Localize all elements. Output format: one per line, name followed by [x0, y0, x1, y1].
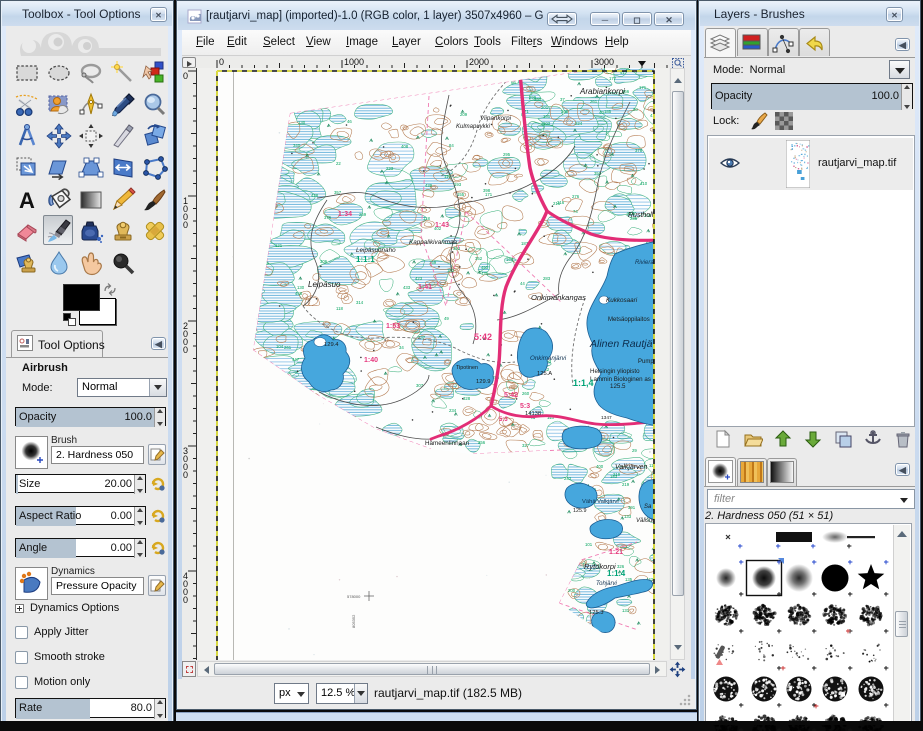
- svg-text:0: 0: [183, 71, 188, 81]
- svg-text:A: A: [19, 188, 35, 213]
- svg-text:2000: 2000: [469, 57, 489, 67]
- svg-text:0: 0: [183, 220, 188, 230]
- svg-text:0: 0: [183, 595, 188, 605]
- svg-text:1000: 1000: [344, 57, 364, 67]
- svg-text:0: 0: [183, 470, 188, 480]
- svg-text:0: 0: [183, 345, 188, 355]
- svg-text:3000: 3000: [594, 57, 614, 67]
- svg-text:0: 0: [219, 57, 224, 67]
